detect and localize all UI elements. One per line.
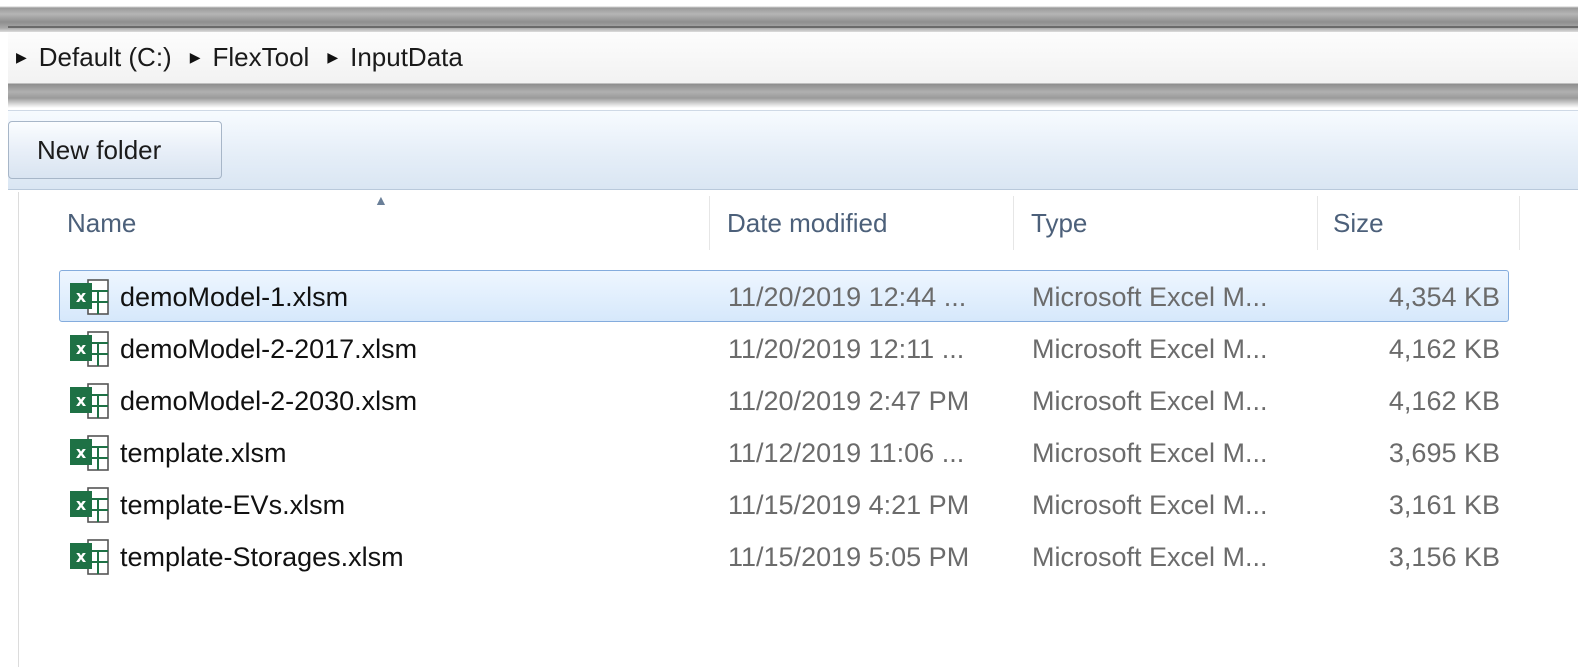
file-name: template.xlsm — [120, 437, 287, 468]
file-date: 11/20/2019 12:44 ... — [728, 281, 967, 312]
excel-file-icon: x — [68, 433, 112, 473]
file-row[interactable]: x demoModel-1.xlsm 11/20/2019 12:44 ... … — [59, 270, 1509, 322]
excel-file-icon: x — [68, 329, 112, 369]
file-size: 4,354 KB — [1388, 281, 1500, 312]
svg-text:x: x — [76, 495, 87, 514]
column-header-size-label: Size — [1333, 207, 1384, 238]
column-header-name[interactable]: Name — [59, 192, 709, 254]
file-name-cell: x demoModel-2-2017.xlsm — [68, 323, 417, 375]
file-name: template-EVs.xlsm — [120, 489, 346, 520]
file-size: 3,695 KB — [1388, 437, 1500, 468]
file-size: 4,162 KB — [1388, 333, 1500, 364]
breadcrumb: ▶ Default (C:) ▶ FlexTool ▶ InputData — [12, 42, 463, 73]
file-type: Microsoft Excel M... — [1032, 385, 1268, 416]
file-name: demoModel-2-2030.xlsm — [120, 385, 418, 416]
column-header-type[interactable]: Type — [1023, 192, 1317, 254]
file-row[interactable]: x demoModel-2-2030.xlsm 11/20/2019 2:47 … — [59, 374, 1509, 426]
svg-text:x: x — [76, 443, 87, 462]
excel-file-icon: x — [68, 537, 112, 577]
triangle-right-icon[interactable]: ▶ — [327, 49, 338, 66]
column-divider[interactable] — [709, 196, 710, 250]
column-headers: ▲ Name Date modified Type Size — [19, 192, 1578, 254]
excel-file-icon: x — [68, 277, 112, 317]
file-name: template-Storages.xlsm — [120, 541, 404, 572]
breadcrumb-item-flextool[interactable]: FlexTool — [212, 42, 309, 73]
excel-file-icon: x — [68, 485, 112, 525]
file-row[interactable]: x demoModel-2-2017.xlsm 11/20/2019 12:11… — [59, 322, 1509, 374]
column-divider[interactable] — [1317, 196, 1318, 250]
file-list-pane: ▲ Name Date modified Type Size x demoMod… — [18, 192, 1578, 667]
column-divider[interactable] — [1519, 196, 1520, 250]
file-row[interactable]: x template-EVs.xlsm 11/15/2019 4:21 PM M… — [59, 478, 1509, 530]
excel-file-icon: x — [68, 381, 112, 421]
file-date: 11/15/2019 4:21 PM — [728, 489, 970, 520]
file-name-cell: x demoModel-1.xlsm — [68, 271, 348, 323]
file-type: Microsoft Excel M... — [1032, 489, 1268, 520]
breadcrumb-item-inputdata[interactable]: InputData — [350, 42, 463, 73]
file-type: Microsoft Excel M... — [1032, 281, 1268, 312]
address-bar[interactable]: ▶ Default (C:) ▶ FlexTool ▶ InputData — [8, 32, 1578, 84]
file-type: Microsoft Excel M... — [1032, 333, 1268, 364]
toolbar: New folder — [8, 110, 1578, 190]
file-row[interactable]: x template-Storages.xlsm 11/15/2019 5:05… — [59, 530, 1509, 582]
column-header-size[interactable]: Size — [1325, 192, 1519, 254]
file-name-cell: x template-Storages.xlsm — [68, 531, 404, 583]
svg-text:x: x — [76, 547, 87, 566]
file-size: 3,156 KB — [1388, 541, 1500, 572]
file-name-cell: x template-EVs.xlsm — [68, 479, 345, 531]
file-name: demoModel-1.xlsm — [120, 281, 349, 312]
file-date: 11/20/2019 12:11 ... — [728, 333, 965, 364]
file-name: demoModel-2-2017.xlsm — [120, 333, 418, 364]
column-header-date-label: Date modified — [727, 207, 888, 238]
svg-text:x: x — [76, 287, 87, 306]
file-name-cell: x demoModel-2-2030.xlsm — [68, 375, 417, 427]
divider — [8, 26, 1578, 28]
window-top-strip — [0, 0, 1578, 32]
triangle-right-icon[interactable]: ▶ — [16, 49, 27, 66]
file-name-cell: x template.xlsm — [68, 427, 287, 479]
column-header-name-label: Name — [67, 207, 137, 238]
triangle-right-icon[interactable]: ▶ — [190, 49, 201, 66]
column-header-date[interactable]: Date modified — [719, 192, 1013, 254]
svg-text:x: x — [76, 339, 87, 358]
window-mid-strip — [8, 84, 1578, 108]
file-date: 11/20/2019 2:47 PM — [728, 385, 970, 416]
file-size: 3,161 KB — [1388, 489, 1500, 520]
new-folder-button[interactable]: New folder — [8, 121, 222, 179]
file-date: 11/15/2019 5:05 PM — [728, 541, 970, 572]
file-row[interactable]: x template.xlsm 11/12/2019 11:06 ... Mic… — [59, 426, 1509, 478]
column-header-type-label: Type — [1031, 207, 1088, 238]
svg-text:x: x — [76, 391, 87, 410]
file-size: 4,162 KB — [1388, 385, 1500, 416]
file-date: 11/12/2019 11:06 ... — [728, 437, 965, 468]
breadcrumb-item-drive[interactable]: Default (C:) — [39, 42, 172, 73]
file-type: Microsoft Excel M... — [1032, 437, 1268, 468]
column-divider[interactable] — [1013, 196, 1014, 250]
file-type: Microsoft Excel M... — [1032, 541, 1268, 572]
file-list: x demoModel-1.xlsm 11/20/2019 12:44 ... … — [59, 270, 1509, 582]
